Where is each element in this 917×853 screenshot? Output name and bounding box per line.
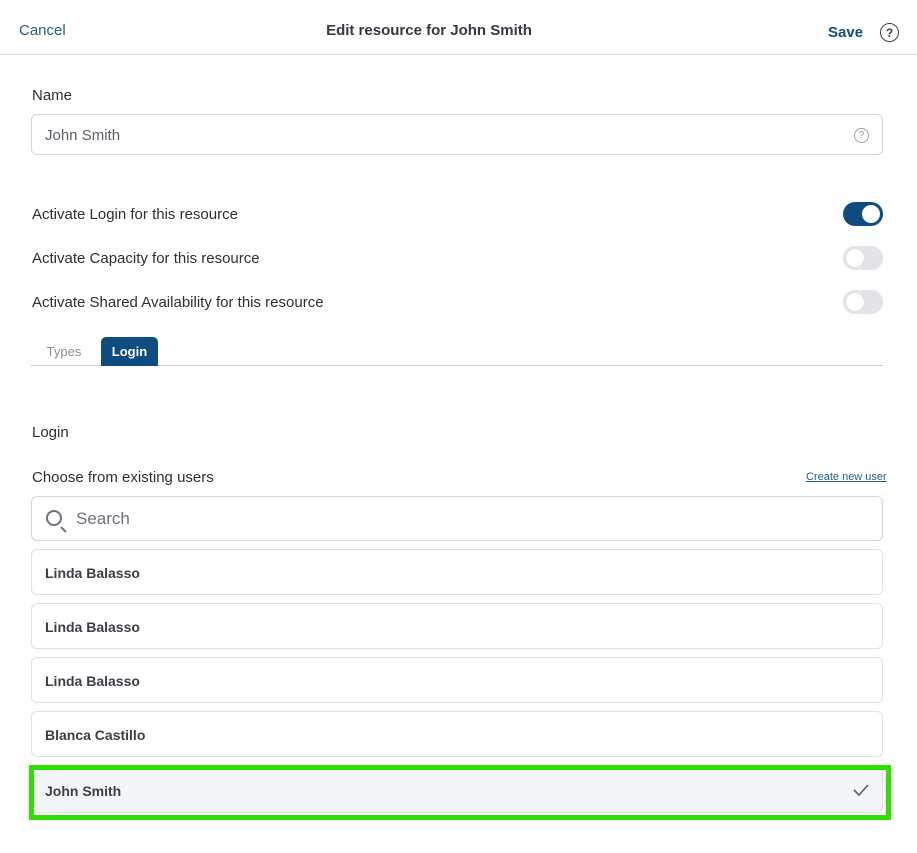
user-name: John Smith xyxy=(45,783,122,799)
user-name: Linda Balasso xyxy=(45,565,140,581)
tab-types[interactable]: Types xyxy=(39,337,89,366)
user-name: Blanca Castillo xyxy=(45,727,146,743)
search-icon xyxy=(46,510,62,526)
user-list-item-selected[interactable]: John Smith xyxy=(31,767,883,813)
checkmark-icon xyxy=(853,784,869,797)
toggle-login[interactable] xyxy=(843,202,883,226)
toggle-knob xyxy=(862,205,880,223)
toggle-label-capacity: Activate Capacity for this resource xyxy=(32,250,260,267)
user-list-item[interactable]: Linda Balasso xyxy=(31,603,883,649)
search-box[interactable] xyxy=(31,496,883,541)
user-list-item[interactable]: Linda Balasso xyxy=(31,657,883,703)
user-name: Linda Balasso xyxy=(45,619,140,635)
create-new-user-link[interactable]: Create new user xyxy=(806,471,887,483)
top-bar: Cancel Edit resource for John Smith Save… xyxy=(0,0,917,55)
toggle-knob xyxy=(846,293,864,311)
toggle-label-login: Activate Login for this resource xyxy=(32,206,238,223)
user-name: Linda Balasso xyxy=(45,673,140,689)
name-label: Name xyxy=(32,87,73,104)
tab-login[interactable]: Login xyxy=(101,337,158,366)
question-circle-icon[interactable]: ? xyxy=(854,128,869,143)
name-field-value[interactable]: John Smith xyxy=(45,127,120,144)
toggle-capacity[interactable] xyxy=(843,246,883,270)
toggle-label-shared-availability: Activate Shared Availability for this re… xyxy=(32,294,324,311)
save-button[interactable]: Save xyxy=(828,24,863,41)
login-heading: Login xyxy=(32,424,69,441)
page-title: Edit resource for John Smith xyxy=(326,22,532,39)
name-field[interactable]: John Smith ? xyxy=(31,114,883,155)
search-input[interactable] xyxy=(76,507,866,531)
toggle-knob xyxy=(846,249,864,267)
user-list-item[interactable]: Linda Balasso xyxy=(31,549,883,595)
toggle-shared-availability[interactable] xyxy=(843,290,883,314)
choose-users-label: Choose from existing users xyxy=(32,469,214,486)
tab-bar: Types Login xyxy=(31,337,883,366)
help-icon[interactable]: ? xyxy=(880,23,899,42)
user-list-item[interactable]: Blanca Castillo xyxy=(31,711,883,757)
